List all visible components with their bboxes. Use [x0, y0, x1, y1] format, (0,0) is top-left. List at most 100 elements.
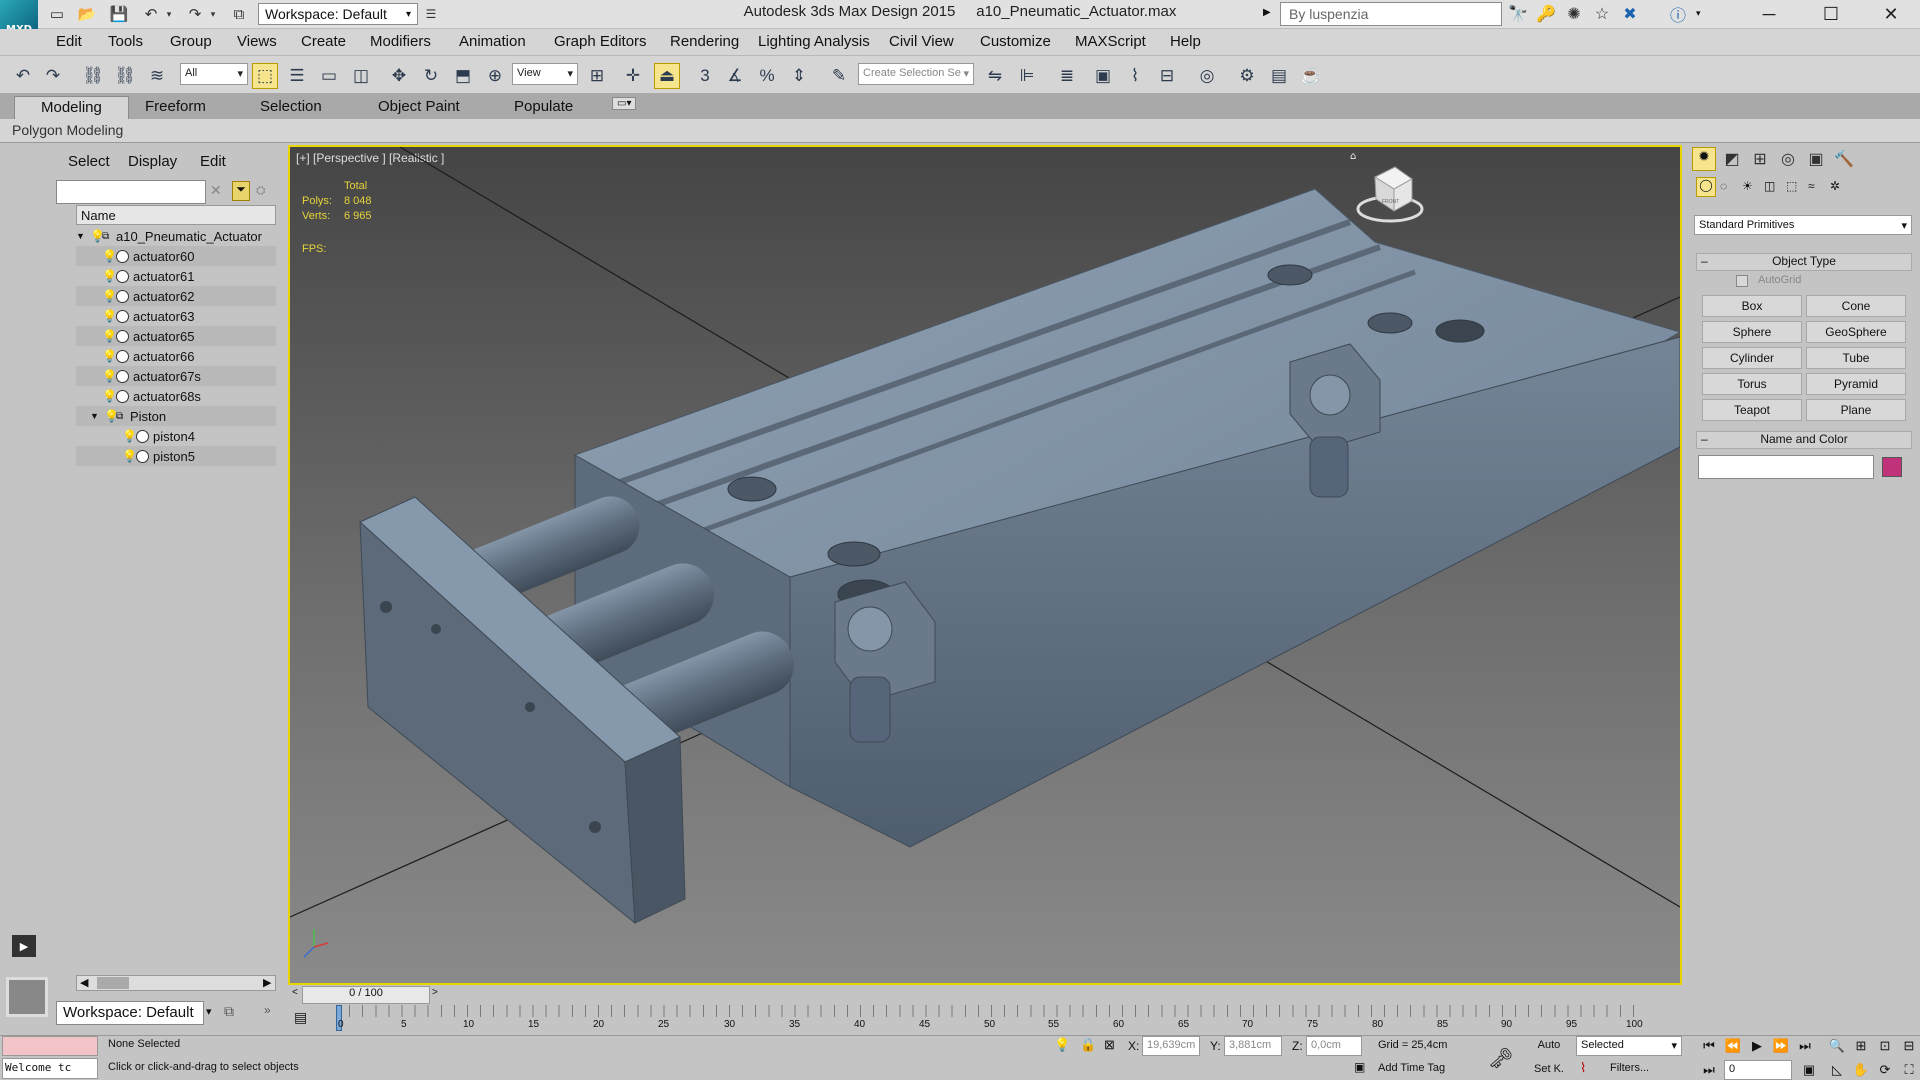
track-bar[interactable]: ▤ 0 5 10 15 20 25 30 35 40 45 50 55 60 6…: [288, 1005, 1682, 1035]
geometry-circle-icon[interactable]: [116, 389, 129, 403]
y-coordinate-field[interactable]: 3,881cm: [1224, 1036, 1282, 1056]
mini-curve-editor-icon[interactable]: ▤: [294, 1009, 307, 1026]
zoom-icon[interactable]: 🔍: [1826, 1036, 1848, 1056]
mirror-icon[interactable]: ⇋: [982, 63, 1008, 89]
light-bulb-icon[interactable]: 💡: [102, 249, 117, 263]
geometry-circle-icon[interactable]: [116, 269, 129, 283]
exchange-icon[interactable]: ✖: [1618, 2, 1642, 26]
motion-tab-icon[interactable]: ◎: [1776, 147, 1800, 171]
redo-icon[interactable]: ↷: [40, 63, 66, 89]
plane-button[interactable]: Plane: [1806, 399, 1906, 421]
field-of-view-icon[interactable]: ◺: [1826, 1060, 1848, 1080]
ribbon-options-icon[interactable]: ▭▾: [612, 97, 637, 110]
lights-icon[interactable]: ☀: [1742, 179, 1753, 193]
menu-tools[interactable]: Tools: [108, 33, 143, 50]
auto-key-button[interactable]: Auto: [1524, 1036, 1574, 1056]
name-color-rollout-header[interactable]: – Name and Color: [1696, 431, 1912, 449]
cone-button[interactable]: Cone: [1806, 295, 1906, 317]
create-tab-icon[interactable]: ✹: [1692, 147, 1716, 171]
light-bulb-icon[interactable]: 💡: [102, 269, 117, 283]
tab-modeling[interactable]: Modeling: [14, 96, 129, 120]
project-folder-icon[interactable]: ⧉: [228, 3, 250, 25]
close-icon[interactable]: ✕: [1868, 0, 1914, 29]
open-file-icon[interactable]: 📂: [76, 3, 98, 25]
schematic-view-icon[interactable]: ⊟: [1154, 63, 1180, 89]
graphite-ribbon-icon[interactable]: ▣: [1090, 63, 1116, 89]
modify-tab-icon[interactable]: ◩: [1720, 147, 1744, 171]
light-bulb-icon[interactable]: 💡: [122, 449, 137, 463]
list-item[interactable]: 💡 actuator65: [76, 326, 276, 346]
collapse-arrow-icon[interactable]: ▼: [76, 231, 90, 241]
geometry-circle-icon[interactable]: [116, 329, 129, 343]
home-icon[interactable]: ⌂: [1350, 151, 1356, 162]
minimize-icon[interactable]: ─: [1746, 0, 1792, 29]
spinner-snap-icon[interactable]: ⇕: [786, 63, 812, 89]
pyramid-button[interactable]: Pyramid: [1806, 373, 1906, 395]
save-icon[interactable]: 💾: [108, 3, 130, 25]
explorer-menu-edit[interactable]: Edit: [200, 153, 226, 170]
select-and-link-icon[interactable]: ⛓: [80, 63, 106, 89]
object-type-rollout-header[interactable]: – Object Type: [1696, 253, 1912, 271]
help-icon[interactable]: ⓘ: [1666, 2, 1690, 26]
absolute-mode-icon[interactable]: ⊠: [1104, 1037, 1115, 1053]
align-icon[interactable]: ⊫: [1014, 63, 1040, 89]
end-plate-side[interactable]: [624, 736, 686, 924]
column-header-name[interactable]: Name: [76, 205, 276, 225]
unlink-icon[interactable]: ⛓: [112, 63, 138, 89]
key-mode-icon[interactable]: ⏭: [1698, 1060, 1720, 1080]
chevron-down-icon[interactable]: ▾: [206, 1005, 212, 1018]
add-time-tag[interactable]: Add Time Tag: [1378, 1062, 1445, 1074]
scale-icon[interactable]: ⬒: [450, 63, 476, 89]
layers-icon[interactable]: ⧉: [224, 1003, 234, 1020]
current-frame-field[interactable]: 0: [1724, 1060, 1792, 1080]
clear-search-icon[interactable]: ✕: [210, 182, 222, 199]
geometry-circle-icon[interactable]: [116, 289, 129, 303]
named-selection-set-dropdown[interactable]: Create Selection Se ▾: [858, 63, 974, 85]
render-setup-icon[interactable]: ⚙: [1234, 63, 1260, 89]
teapot-button[interactable]: Teapot: [1702, 399, 1802, 421]
layer-manager-icon[interactable]: ≣: [1054, 63, 1080, 89]
list-item[interactable]: 💡 piston4: [76, 426, 276, 446]
scroll-thumb[interactable]: [97, 977, 129, 989]
geometry-icon[interactable]: ◯: [1696, 177, 1716, 197]
light-bulb-icon[interactable]: 💡: [102, 289, 117, 303]
expand-arrow-icon[interactable]: ▶: [1263, 7, 1271, 18]
go-to-end-icon[interactable]: ⏭: [1794, 1036, 1816, 1056]
maxscript-mini-listener-top[interactable]: [2, 1036, 98, 1056]
key-filter-dropdown[interactable]: Selected ▾: [1576, 1036, 1682, 1056]
utilities-tab-icon[interactable]: 🔨: [1832, 147, 1856, 171]
menu-lighting-analysis[interactable]: Lighting Analysis: [758, 33, 870, 50]
key-filters-button[interactable]: Filters...: [1610, 1062, 1649, 1074]
tab-populate[interactable]: Populate: [514, 98, 573, 115]
torus-button[interactable]: Torus: [1702, 373, 1802, 395]
light-bulb-icon[interactable]: 💡: [90, 229, 105, 243]
edit-named-selection-icon[interactable]: ✎: [826, 63, 852, 89]
zoom-extents-all-icon[interactable]: ⊟: [1898, 1036, 1920, 1056]
time-slider[interactable]: 0 / 100: [302, 986, 430, 1004]
menu-animation[interactable]: Animation: [459, 33, 526, 50]
percent-snap-icon[interactable]: %: [754, 63, 780, 89]
menu-edit[interactable]: Edit: [56, 33, 82, 50]
advanced-filter-icon[interactable]: ⛭: [256, 183, 266, 198]
time-configuration-icon[interactable]: ▣: [1798, 1060, 1820, 1080]
maxscript-mini-listener[interactable]: Welcome tc: [2, 1058, 98, 1079]
list-item[interactable]: 💡 actuator60: [76, 246, 276, 266]
hierarchy-tab-icon[interactable]: ⊞: [1748, 147, 1772, 171]
select-object-icon[interactable]: ⬚: [252, 63, 278, 89]
time-prev-icon[interactable]: <: [292, 987, 298, 998]
time-next-icon[interactable]: >: [432, 987, 438, 998]
geometry-circle-icon[interactable]: [116, 369, 129, 383]
collapse-arrow-icon[interactable]: ▼: [90, 411, 104, 421]
list-item[interactable]: 💡 actuator61: [76, 266, 276, 286]
scroll-left-icon[interactable]: ◀: [80, 976, 88, 989]
reference-coordinate-dropdown[interactable]: View ▾: [512, 63, 578, 85]
pan-icon[interactable]: ✋: [1850, 1060, 1872, 1080]
workspace-selector[interactable]: Workspace: Default: [56, 1001, 204, 1025]
customize-qat-icon[interactable]: ☰: [420, 3, 442, 25]
autogrid-checkbox[interactable]: [1736, 275, 1748, 287]
select-manipulate-icon[interactable]: ✛: [620, 63, 646, 89]
z-coordinate-field[interactable]: 0,0cm: [1306, 1036, 1362, 1056]
geometry-circle-icon[interactable]: [116, 309, 129, 323]
list-item[interactable]: 💡 actuator63: [76, 306, 276, 326]
search-input[interactable]: By luspenzia: [1280, 2, 1502, 26]
